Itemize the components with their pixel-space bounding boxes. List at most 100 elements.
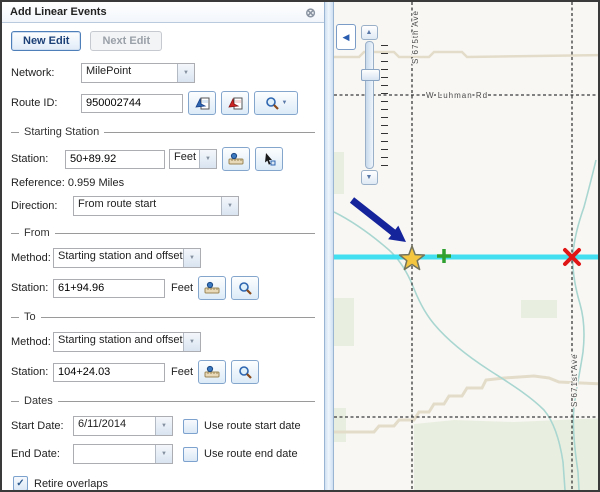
edit-button-row: New Edit Next Edit — [11, 31, 315, 51]
to-method-value: Starting station and offset — [54, 333, 183, 351]
use-route-end-date-label: Use route end date — [204, 448, 298, 460]
route-search-split-button[interactable]: ▼ — [254, 91, 298, 115]
route-id-label: Route ID: — [11, 97, 81, 109]
chevron-down-icon[interactable]: ▼ — [155, 417, 172, 435]
clear-route-selection-button[interactable] — [221, 91, 249, 115]
measure-on-map-button[interactable] — [198, 276, 226, 300]
chevron-down-icon[interactable]: ▼ — [221, 197, 238, 215]
road-label-s671st: S 671st Ave — [570, 353, 579, 407]
route-id-row: Route ID: — [11, 91, 315, 115]
map-zoom-slider: ▲ ▼ — [360, 25, 378, 185]
search-station-button[interactable] — [231, 276, 259, 300]
station-label: Station: — [11, 282, 53, 294]
from-method-value: Starting station and offset — [54, 249, 183, 267]
measure-icon — [228, 152, 244, 166]
use-route-start-date-label: Use route start date — [204, 420, 301, 432]
search-station-button[interactable] — [231, 360, 259, 384]
pick-station-on-map-button[interactable] — [255, 147, 283, 171]
starting-station-section-title: Starting Station — [11, 126, 315, 138]
method-label: Method: — [11, 336, 53, 348]
zoom-in-button[interactable]: ▲ — [361, 25, 378, 40]
from-station-row: Station: Feet — [11, 276, 315, 300]
station-label: Station: — [11, 153, 65, 165]
route-id-input[interactable] — [81, 94, 183, 113]
park-area — [334, 408, 346, 442]
zoom-level-ticks — [381, 45, 388, 166]
end-date-picker[interactable]: ▼ — [73, 444, 173, 464]
network-value: MilePoint — [82, 64, 177, 82]
retire-overlaps-checkbox[interactable]: ✓ — [13, 476, 28, 491]
direction-value: From route start — [74, 197, 221, 215]
dates-section-title: Dates — [11, 395, 315, 407]
use-route-end-date-checkbox[interactable] — [183, 447, 198, 462]
measure-icon — [204, 365, 220, 379]
chevron-down-icon[interactable]: ▼ — [199, 150, 216, 168]
arrow-down-icon: ▼ — [366, 174, 373, 181]
search-icon — [238, 365, 252, 379]
clear-route-icon — [227, 95, 243, 111]
annotation-arrow — [350, 197, 406, 242]
start-date-value: 6/11/2014 — [74, 417, 155, 435]
direction-row: Direction: From route start ▼ — [11, 196, 315, 216]
start-date-label: Start Date: — [11, 420, 73, 432]
chevron-down-icon: ▼ — [282, 100, 288, 106]
chevron-down-icon[interactable]: ▼ — [183, 249, 200, 267]
retire-overlaps-option: ✓ Retire overlaps — [13, 476, 315, 491]
method-label: Method: — [11, 252, 53, 264]
next-edit-button[interactable]: Next Edit — [90, 31, 162, 51]
panel-title: Add Linear Events — [10, 6, 107, 18]
measure-on-map-button[interactable] — [198, 360, 226, 384]
from-units-label: Feet — [171, 282, 193, 294]
select-route-on-map-button[interactable] — [188, 91, 216, 115]
station-label: Station: — [11, 366, 53, 378]
reference-text: Reference: 0.959 Miles — [11, 177, 315, 189]
starting-station-input[interactable] — [65, 150, 165, 169]
chevron-down-icon[interactable]: ▼ — [177, 64, 194, 82]
start-date-picker[interactable]: 6/11/2014 ▼ — [73, 416, 173, 436]
park-area — [334, 152, 344, 194]
start-date-row: Start Date: 6/11/2014 ▼ Use route start … — [11, 416, 315, 436]
options-group: ✓ Retire overlaps ✓ Merge coincident eve… — [11, 476, 315, 492]
chevron-down-icon[interactable]: ▼ — [183, 333, 200, 351]
new-edit-button[interactable]: New Edit — [11, 31, 81, 51]
search-icon — [238, 281, 252, 295]
from-method-select[interactable]: Starting station and offset ▼ — [53, 248, 201, 268]
zoom-slider-handle[interactable] — [361, 69, 380, 81]
from-station-input[interactable] — [53, 279, 165, 298]
park-area — [334, 298, 354, 346]
from-section-title: From — [11, 227, 315, 239]
zoom-out-button[interactable]: ▼ — [361, 170, 378, 185]
road-label-luhman: W Luhman Rd — [426, 91, 488, 100]
network-label: Network: — [11, 67, 81, 79]
arrow-up-icon: ▲ — [366, 29, 373, 36]
use-route-start-date-checkbox[interactable] — [183, 419, 198, 434]
zoom-slider-track[interactable] — [365, 41, 374, 169]
chevron-down-icon[interactable]: ▼ — [155, 445, 172, 463]
panel-splitter[interactable] — [325, 2, 334, 490]
network-row: Network: MilePoint ▼ — [11, 63, 315, 83]
measure-on-map-button[interactable] — [222, 147, 250, 171]
panel-body: New Edit Next Edit Network: MilePoint ▼ … — [2, 23, 324, 492]
road-label-s675th: S 675th Ave — [411, 10, 420, 64]
network-select[interactable]: MilePoint ▼ — [81, 63, 195, 83]
to-station-input[interactable] — [53, 363, 165, 382]
map-canvas[interactable]: S 675th Ave W Luhman Rd S 671st Ave ◀ ▲ — [334, 2, 598, 490]
park-area — [414, 418, 598, 490]
search-icon — [265, 96, 279, 110]
retire-overlaps-label: Retire overlaps — [34, 478, 108, 490]
units-select[interactable]: Feet ▼ — [169, 149, 217, 169]
collapse-panel-button[interactable]: ◀ — [336, 24, 356, 50]
park-area — [521, 300, 557, 318]
app-window: Add Linear Events ⊗ New Edit Next Edit N… — [0, 0, 600, 492]
to-section-title: To — [11, 311, 315, 323]
collapse-left-icon: ◀ — [343, 32, 350, 43]
direction-select[interactable]: From route start ▼ — [73, 196, 239, 216]
to-method-select[interactable]: Starting station and offset ▼ — [53, 332, 201, 352]
panel-header: Add Linear Events ⊗ — [2, 2, 324, 23]
close-icon[interactable]: ⊗ — [305, 6, 316, 19]
pointer-icon — [262, 152, 276, 166]
from-method-row: Method: Starting station and offset ▼ — [11, 248, 315, 268]
direction-label: Direction: — [11, 200, 73, 212]
end-date-label: End Date: — [11, 448, 73, 460]
add-linear-events-panel: Add Linear Events ⊗ New Edit Next Edit N… — [2, 2, 325, 490]
